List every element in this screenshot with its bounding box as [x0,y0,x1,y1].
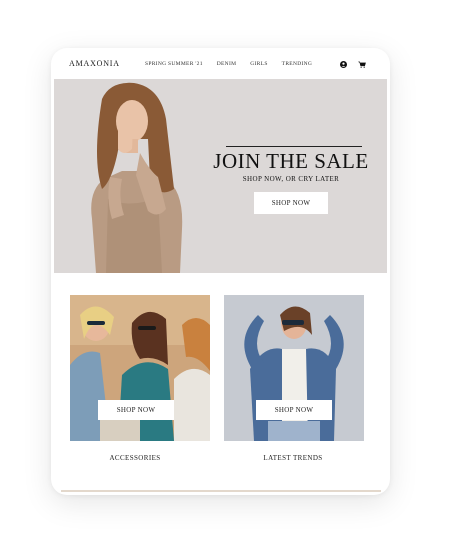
nav-icons [330,60,366,69]
nav-menu: SPRING SUMMER '21 DENIM GIRLS TRENDING [145,61,326,67]
accessories-card[interactable]: SHOP NOW [70,295,210,441]
accessories-shop-now-button[interactable]: SHOP NOW [98,400,174,420]
hero-divider [226,146,362,147]
accessories-caption[interactable]: ACCESSORIES [65,454,205,462]
brand-logo[interactable]: AMAXONIA [69,59,120,68]
top-nav: AMAXONIA SPRING SUMMER '21 DENIM GIRLS T… [51,48,390,80]
nav-item-spring-summer[interactable]: SPRING SUMMER '21 [145,61,203,67]
latest-trends-shop-now-button[interactable]: SHOP NOW [256,400,332,420]
cart-icon[interactable] [357,60,366,69]
nav-item-trending[interactable]: TRENDING [282,61,313,67]
account-icon[interactable] [339,60,348,69]
latest-trends-caption[interactable]: LATEST TRENDS [223,454,363,462]
hero-model-image [91,82,183,273]
hero-shop-now-button[interactable]: SHOP NOW [254,192,328,214]
latest-trends-card[interactable]: SHOP NOW [224,295,364,441]
hero-subtitle: SHOP NOW, OR CRY LATER [242,175,340,183]
next-section-preview [61,490,381,492]
nav-item-girls[interactable]: GIRLS [250,61,267,67]
nav-item-denim[interactable]: DENIM [217,61,237,67]
tablet-frame: AMAXONIA SPRING SUMMER '21 DENIM GIRLS T… [51,48,390,495]
hero-banner: JOIN THE SALE SHOP NOW, OR CRY LATER SHO… [54,79,387,273]
hero-title: JOIN THE SALE [213,149,369,173]
